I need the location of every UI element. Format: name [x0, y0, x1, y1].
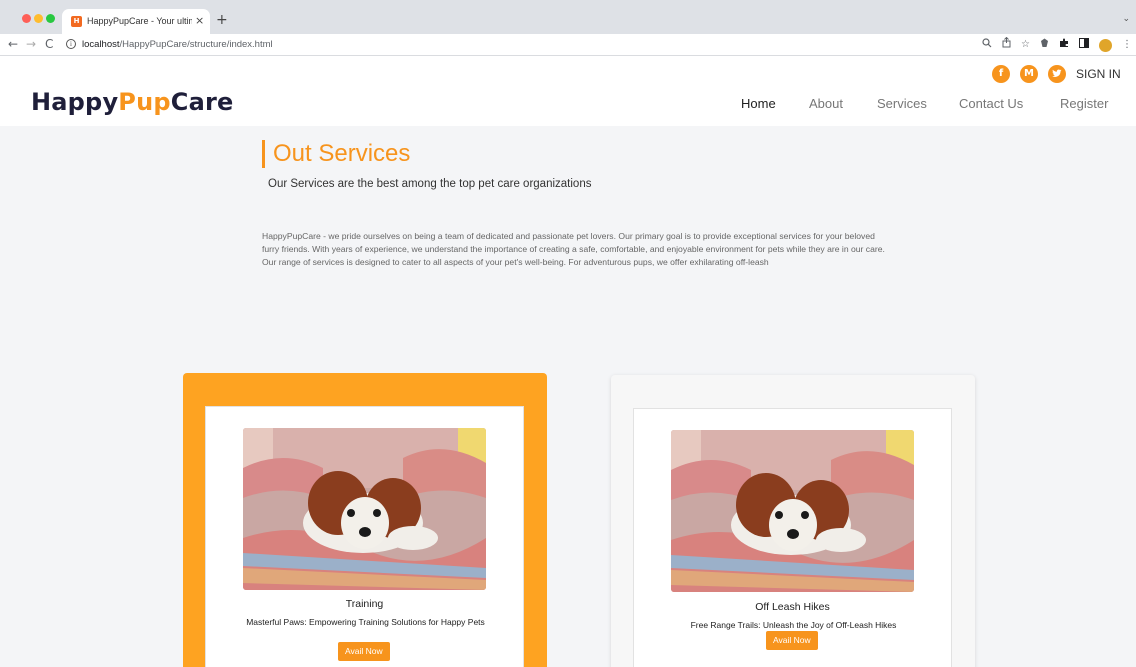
card-title: Training [345, 598, 384, 610]
new-tab-button[interactable]: + [216, 13, 228, 27]
tab-title: HappyPupCare - Your ultimate [87, 16, 192, 26]
services-section: Out Services Our Services are the best a… [0, 126, 1136, 667]
card-description: Free Range Trails: Unleash the Joy of Of… [690, 620, 897, 630]
nav-home[interactable]: Home [741, 96, 776, 111]
site-logo[interactable]: HappyPupCare [31, 88, 234, 116]
site-info-icon[interactable]: i [66, 39, 76, 49]
bookmark-star-icon[interactable]: ☆ [1021, 38, 1030, 52]
twitter-icon[interactable] [1048, 65, 1066, 83]
forward-arrow-icon[interactable]: → [26, 37, 36, 51]
gmail-icon[interactable]: M [1020, 65, 1038, 83]
card-title: Off Leash Hikes [755, 601, 830, 613]
browser-toolbar-icons: ☆ ⋮ [982, 36, 1132, 53]
logo-care: Care [170, 88, 234, 116]
logo-happy: Happy [31, 88, 119, 116]
facebook-icon[interactable]: f [992, 65, 1010, 83]
browser-tab[interactable]: H HappyPupCare - Your ultimate × [62, 9, 210, 34]
minimize-window-button[interactable] [34, 14, 43, 23]
close-window-button[interactable] [22, 14, 31, 23]
reload-icon[interactable]: C [45, 37, 53, 51]
card-description: Masterful Paws: Empowering Training Solu… [246, 617, 485, 627]
nav-about[interactable]: About [809, 96, 843, 111]
url-host: localhost [82, 39, 120, 50]
puzzle-icon[interactable] [1059, 38, 1069, 53]
happypupcare-favicon-icon: H [71, 16, 82, 27]
section-title: Out Services [262, 140, 410, 168]
avail-now-button[interactable]: Avail Now [338, 642, 390, 661]
maximize-window-button[interactable] [46, 14, 55, 23]
nav-services[interactable]: Services [877, 96, 927, 111]
browser-tab-strip: H HappyPupCare - Your ultimate × + ⌄ [0, 0, 1136, 34]
extension-icon[interactable] [1040, 38, 1049, 53]
address-bar[interactable]: localhost/HappyPupCare/structure/index.h… [82, 38, 273, 51]
share-icon[interactable] [1002, 36, 1011, 53]
section-subtitle: Our Services are the best among the top … [268, 178, 592, 190]
profile-avatar[interactable] [1099, 38, 1112, 52]
section-description: HappyPupCare - we pride ourselves on bei… [262, 231, 885, 267]
service-card-training: Training Masterful Paws: Empowering Trai… [183, 373, 547, 667]
logo-pup: Pup [118, 88, 171, 116]
sign-in-link[interactable]: SIGN IN [1076, 67, 1121, 81]
kebab-menu-icon[interactable]: ⋮ [1122, 38, 1132, 52]
zoom-icon[interactable] [982, 37, 992, 53]
dog-photo [671, 430, 914, 592]
side-panel-icon[interactable] [1079, 37, 1089, 53]
avail-now-button[interactable]: Avail Now [766, 631, 818, 650]
url-path: /HappyPupCare/structure/index.html [119, 39, 273, 50]
service-card-off-leash-hikes: Off Leash Hikes Free Range Trails: Unlea… [611, 375, 975, 667]
browser-toolbar: ← → C i localhost/HappyPupCare/structure… [0, 34, 1136, 56]
back-arrow-icon[interactable]: ← [8, 37, 18, 51]
card-inner: Training Masterful Paws: Empowering Trai… [205, 406, 524, 667]
site-header: HappyPupCare f M SIGN IN Home About Serv… [0, 56, 1136, 126]
tab-close-icon[interactable]: × [195, 14, 204, 27]
card-inner: Off Leash Hikes Free Range Trails: Unlea… [633, 408, 952, 667]
nav-register[interactable]: Register [1060, 96, 1108, 111]
dog-photo [243, 428, 486, 590]
nav-contact-us[interactable]: Contact Us [959, 96, 1023, 111]
tab-search-chevron-icon[interactable]: ⌄ [1122, 14, 1130, 24]
